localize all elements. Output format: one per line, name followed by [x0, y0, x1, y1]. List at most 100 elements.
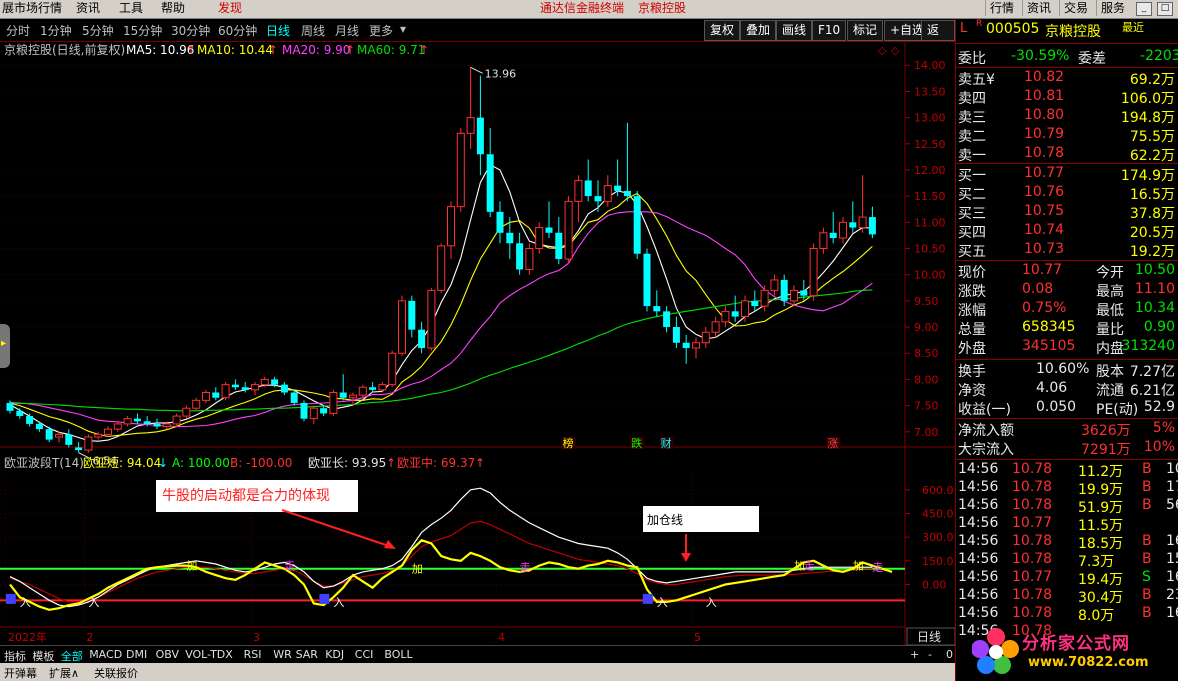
- x-tick-label: 3: [253, 631, 260, 644]
- candle-body: [564, 200, 573, 260]
- signal-marker: 走: [520, 561, 531, 574]
- stat-label: 涨幅: [958, 303, 986, 319]
- tick-volume: 8.0万: [1078, 608, 1115, 624]
- sub-chart-title: 欧亚波段T(14): [4, 455, 84, 470]
- signal-marker: 走: [872, 561, 883, 574]
- indicator-tab[interactable]: SAR: [296, 648, 318, 661]
- bid-level-label: 买四: [958, 225, 986, 241]
- bid-volume: 19.2万: [1129, 244, 1175, 260]
- recent-link[interactable]: 最近: [1122, 19, 1144, 35]
- stat-label: 量比: [1096, 322, 1124, 338]
- bid-level-label: 买三: [958, 206, 986, 222]
- mark-button[interactable]: 标记: [847, 20, 884, 41]
- menu-quote[interactable]: 行情: [985, 0, 1018, 16]
- period-tab[interactable]: 月线: [335, 22, 359, 39]
- menu-discover[interactable]: 发现: [218, 1, 242, 16]
- maximize-icon[interactable]: □: [1157, 2, 1173, 16]
- period-tab[interactable]: 60分钟: [218, 22, 257, 39]
- zoom-control-button[interactable]: +: [910, 648, 919, 661]
- menu-service[interactable]: 服务: [1096, 0, 1129, 16]
- period-tab[interactable]: 15分钟: [123, 22, 162, 39]
- candle-body: [271, 379, 279, 385]
- f10-button[interactable]: F10: [812, 20, 847, 41]
- menu-tools[interactable]: 工具: [119, 1, 143, 16]
- period-tab[interactable]: 周线: [301, 22, 325, 39]
- candle-body: [643, 253, 651, 307]
- period-tab[interactable]: 30分钟: [171, 22, 210, 39]
- quote-row: 买一 10.77 174.9万: [956, 165, 1178, 184]
- x-tick-label: 5: [694, 631, 701, 644]
- indicator-tab[interactable]: MACD: [89, 648, 122, 661]
- event-marker[interactable]: 榜: [563, 436, 574, 450]
- y-tick-label: 7.50: [914, 400, 939, 413]
- stat-value: 6.21亿: [1129, 383, 1175, 399]
- candle-body: [427, 289, 436, 349]
- menu-market[interactable]: 展市场行情: [2, 1, 62, 16]
- zoom-control-button[interactable]: -: [928, 648, 932, 661]
- menu-help[interactable]: 帮助: [161, 1, 185, 16]
- period-tab[interactable]: 分时: [6, 22, 30, 39]
- tick-side: B: [1142, 461, 1152, 477]
- status-tab[interactable]: 扩展∧: [49, 665, 79, 681]
- period-tab-active[interactable]: 日线: [266, 22, 290, 39]
- indicator-tab[interactable]: VOL-TDX: [185, 648, 233, 661]
- down-arrow-icon: ↓: [158, 456, 168, 470]
- candle: [427, 287, 436, 351]
- candle-body: [516, 243, 524, 270]
- status-tab[interactable]: 关联报价: [94, 665, 138, 681]
- indicator-tab[interactable]: BOLL: [384, 648, 412, 661]
- adjust-button[interactable]: 复权: [704, 20, 741, 41]
- indicator-tab[interactable]: WR: [273, 648, 292, 661]
- indicator-tab[interactable]: 全部: [61, 648, 83, 664]
- bid-level-label: 买二: [958, 187, 986, 203]
- y-tick-label: 11.50: [914, 190, 946, 203]
- annotation-add-line: 加仓线: [647, 513, 683, 527]
- candle-body: [829, 232, 837, 239]
- indicator-tab[interactable]: 模板: [32, 648, 54, 664]
- ask-level-label: 卖一: [958, 148, 986, 164]
- indicator-tab[interactable]: 指标: [4, 648, 26, 664]
- event-marker[interactable]: 跌: [631, 436, 642, 450]
- indicator-tab[interactable]: CCI: [355, 648, 374, 661]
- tick-side: S: [1142, 569, 1151, 585]
- indicator-tab[interactable]: KDJ: [325, 648, 344, 661]
- event-marker[interactable]: 涨: [827, 437, 838, 450]
- zoom-control-button[interactable]: 0: [946, 648, 953, 661]
- tick-count: 23: [1166, 587, 1178, 603]
- period-tab[interactable]: 5分钟: [82, 22, 114, 39]
- stat-label: 内盘: [1096, 341, 1124, 357]
- status-tab[interactable]: 开弹幕: [4, 665, 37, 681]
- x-tick-label: 4: [498, 631, 505, 644]
- candle-body: [192, 399, 201, 409]
- up-arrow-icon: ↑: [386, 456, 396, 470]
- back-button[interactable]: 返回: [921, 20, 955, 56]
- up-arrow-icon: ↑: [419, 43, 429, 57]
- chevron-down-icon[interactable]: ▾: [400, 22, 406, 36]
- period-tab[interactable]: 更多: [369, 22, 393, 39]
- menu-news[interactable]: 资讯: [76, 1, 100, 16]
- event-marker[interactable]: 财: [661, 436, 672, 450]
- ask-level-label: 卖四: [958, 91, 986, 107]
- stat-label: PE(动): [1096, 402, 1139, 418]
- candle-body: [780, 279, 788, 301]
- candle-body: [358, 386, 367, 396]
- period-tab[interactable]: 1分钟: [40, 22, 72, 39]
- candle: [564, 196, 573, 265]
- indicator-tab[interactable]: RSI: [244, 648, 262, 661]
- ask-volume: 62.2万: [1129, 148, 1175, 164]
- indicator-tab[interactable]: OBV: [156, 648, 179, 661]
- annotation-bull-start: 牛股的启动都是合力的体现: [162, 488, 330, 504]
- stat-value: 52.9: [1143, 399, 1175, 415]
- draw-button[interactable]: 画线: [776, 20, 813, 41]
- indicator-tab[interactable]: DMI: [126, 648, 147, 661]
- watermark: 分析家公式网 www.70822.com: [972, 623, 1178, 679]
- panel-toggle-handle[interactable]: ▸: [0, 324, 10, 368]
- menu-trade[interactable]: 交易: [1059, 0, 1092, 16]
- kline-chart[interactable]: 京粮控股(日线,前复权) MA5: 10.96 ↑ MA10: 10.44 ↑ …: [0, 42, 955, 645]
- candle-body: [701, 331, 710, 344]
- y-tick-label: 12.00: [914, 164, 946, 177]
- minimize-icon[interactable]: _: [1136, 2, 1152, 16]
- menu-info[interactable]: 资讯: [1022, 0, 1055, 16]
- overlay-button[interactable]: 叠加: [740, 20, 777, 41]
- candle: [84, 434, 93, 453]
